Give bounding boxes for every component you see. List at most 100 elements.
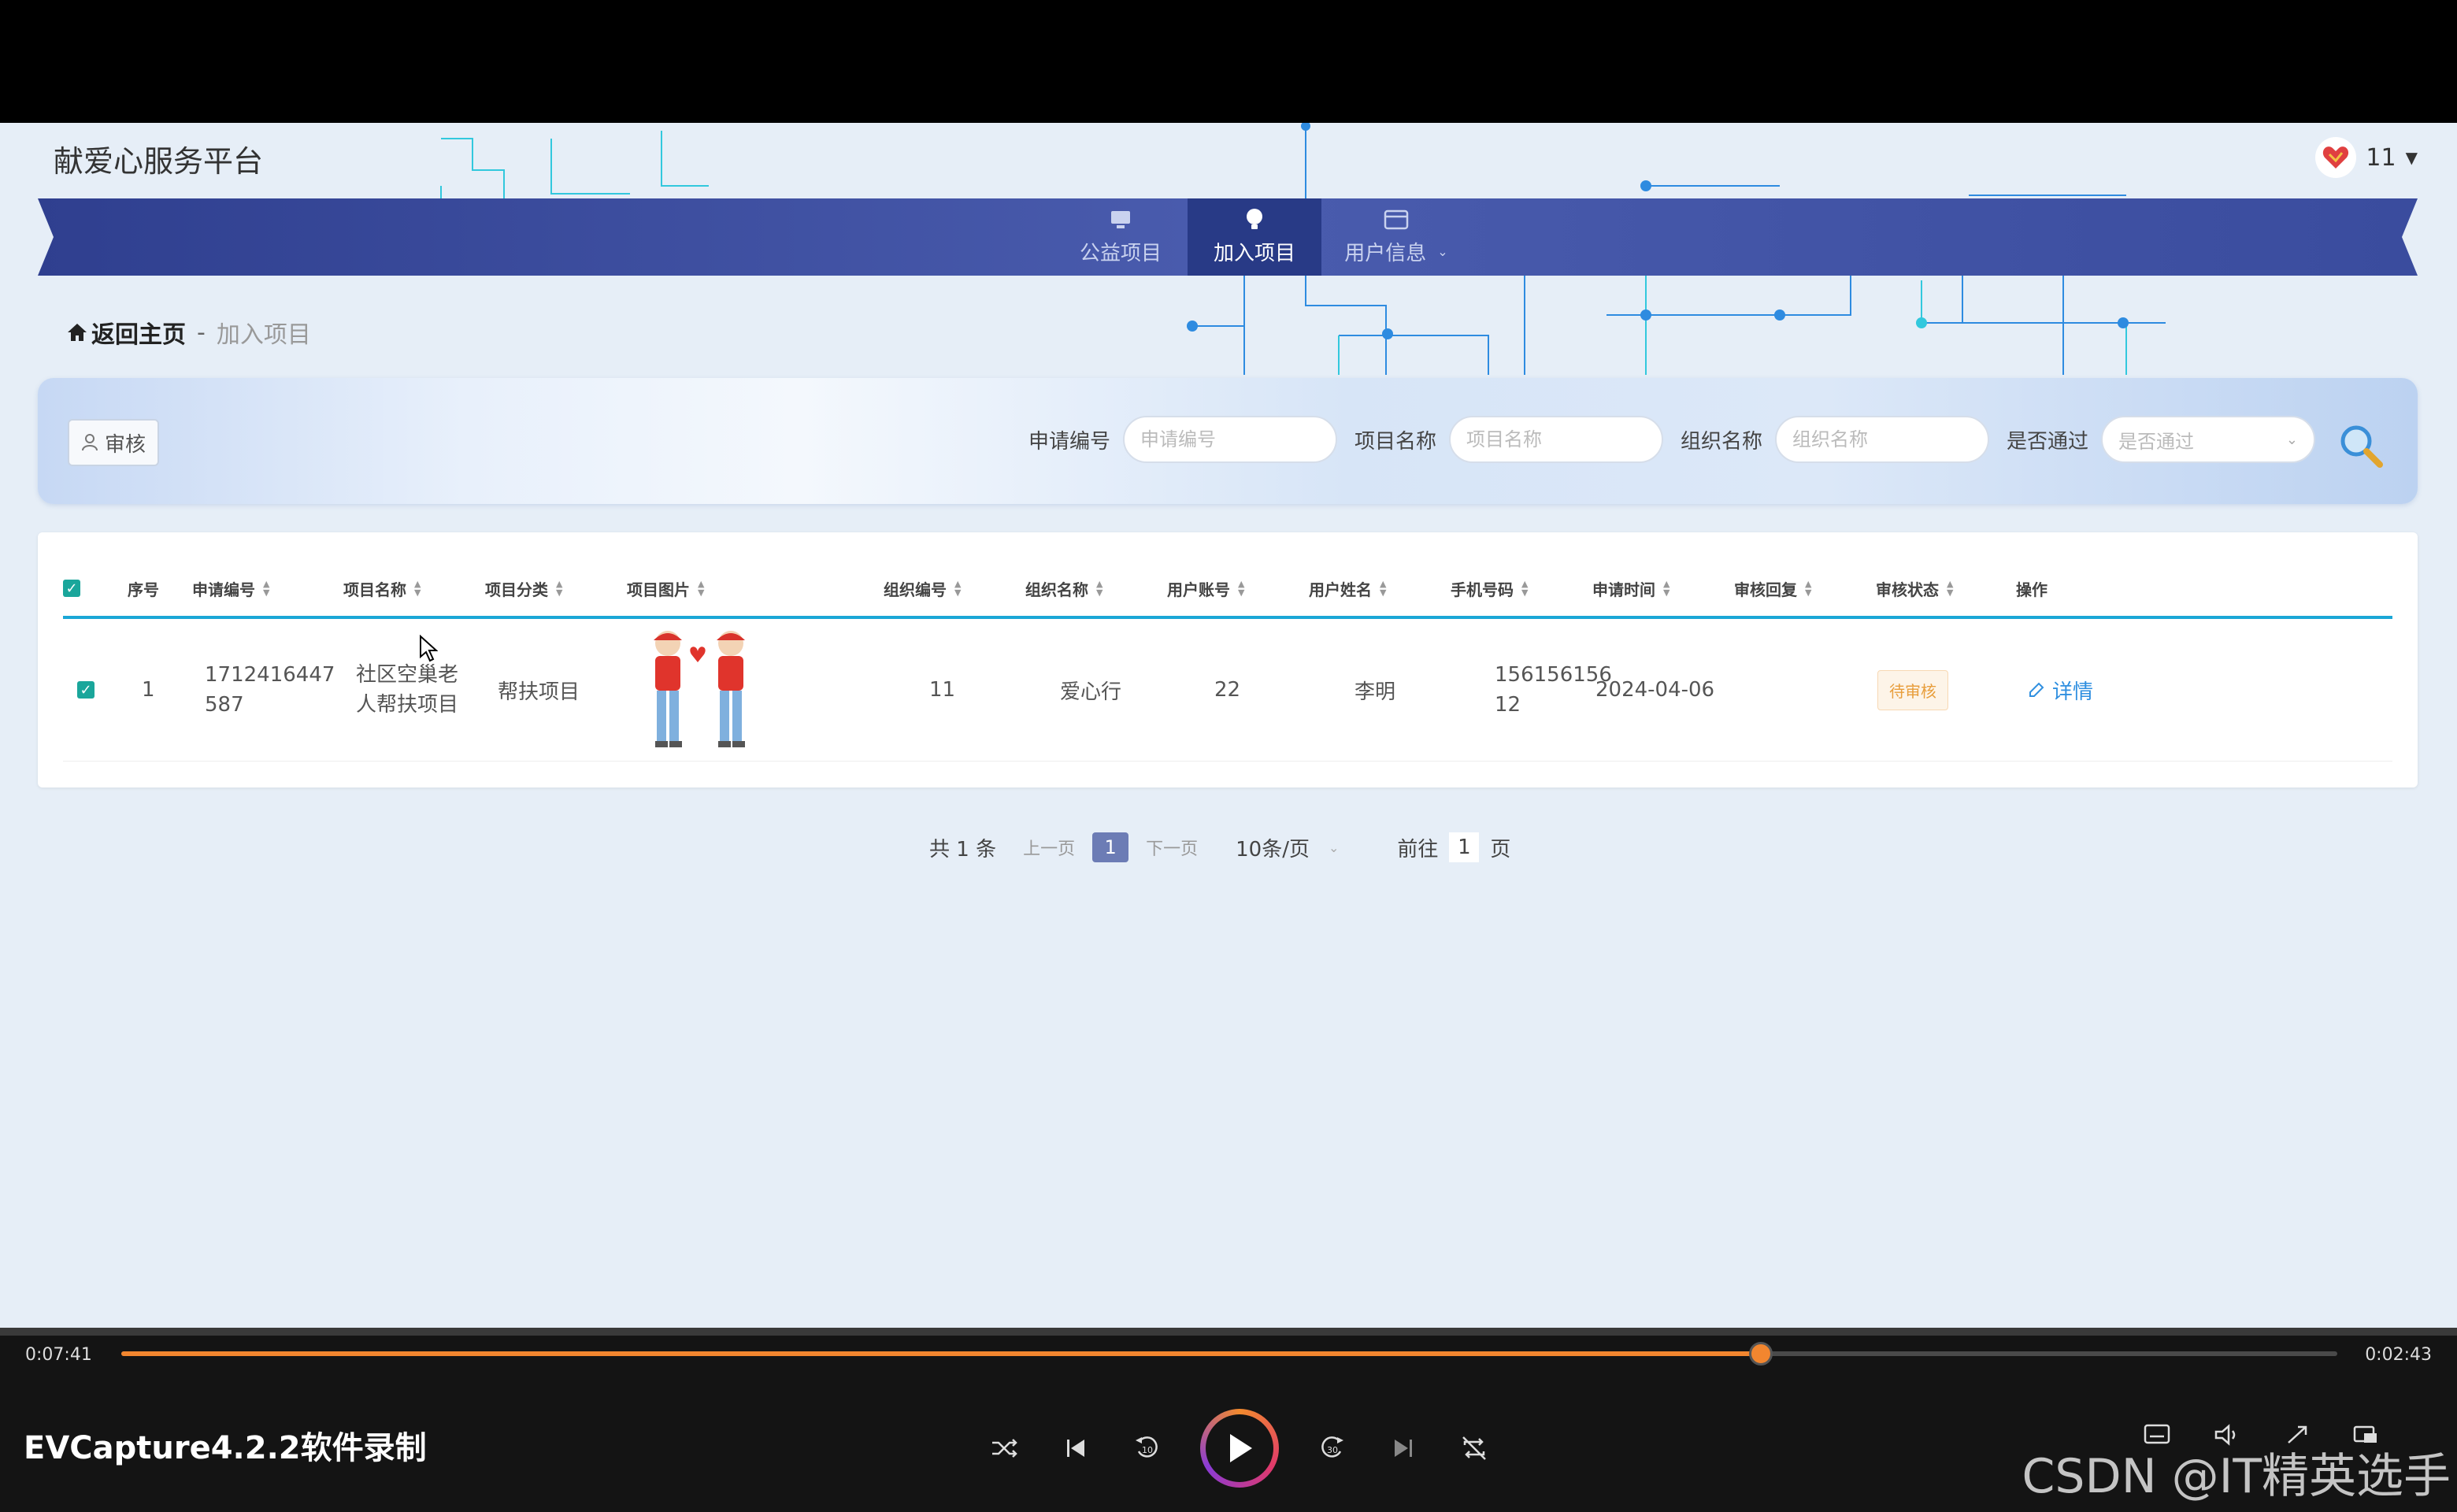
- detail-link-label: 详情: [2052, 680, 2094, 704]
- sort-icon: ▲ ▼: [954, 579, 962, 598]
- main-navbar: 公益项目 加入项目 用户信息 ⌄: [38, 198, 2418, 276]
- next-page-button[interactable]: 下一页: [1146, 835, 1198, 860]
- th-reply[interactable]: 审核回复 ▲ ▼: [1734, 561, 1811, 616]
- forward-30-icon[interactable]: 30: [1315, 1431, 1350, 1466]
- page-number-button[interactable]: 1: [1092, 832, 1129, 862]
- th-label: 操作: [2016, 580, 2048, 599]
- cell-account: 22: [1214, 678, 1241, 702]
- detail-link[interactable]: 详情: [2027, 676, 2093, 705]
- cell-project-image[interactable]: [638, 619, 764, 761]
- table-header: ✓ 序号 申请编号 ▲ ▼ 项目名称 ▲ ▼ 项目分类 ▲ ▼ 项目图片 ▲ ▼ 组织编号 ▲ ▼ …: [63, 561, 2392, 619]
- th-org-name[interactable]: 组织名称 ▲ ▼: [1025, 561, 1102, 616]
- check-icon: ✓: [77, 681, 94, 699]
- recorder-label: EVCapture4.2.2软件录制: [24, 1430, 427, 1466]
- site-title: 献爱心服务平台: [54, 144, 264, 179]
- th-label: 项目名称: [343, 580, 406, 599]
- chevron-down-icon: ⌄: [1328, 839, 1340, 855]
- th-image[interactable]: 项目图片 ▲ ▼: [627, 561, 704, 616]
- goto-page: 前往 1 页: [1397, 832, 1510, 862]
- sort-icon: ▲ ▼: [698, 579, 705, 598]
- nav-item-join-project[interactable]: 加入项目: [1188, 198, 1321, 276]
- user-menu[interactable]: 11 ▼: [2315, 137, 2418, 178]
- nav-item-label: 公益项目: [1079, 241, 1162, 265]
- rewind-10-icon[interactable]: 10: [1129, 1431, 1164, 1466]
- cell-project-name: 社区空巢老人帮扶项目: [356, 619, 458, 761]
- sort-icon: ▲ ▼: [263, 579, 270, 598]
- skip-previous-icon[interactable]: [1058, 1431, 1093, 1466]
- check-icon: ✓: [63, 580, 80, 597]
- svg-text:10: 10: [1142, 1445, 1153, 1455]
- th-user-name[interactable]: 用户姓名 ▲ ▼: [1309, 561, 1386, 616]
- repeat-off-icon[interactable]: [1457, 1431, 1492, 1466]
- project-name-input[interactable]: [1449, 416, 1664, 463]
- page-size-select[interactable]: 10条/页 ⌄: [1236, 833, 1339, 862]
- th-label: 手机号码: [1451, 580, 1514, 599]
- th-label: 用户账号: [1167, 580, 1230, 599]
- chevron-down-icon: ⌄: [1437, 243, 1448, 259]
- search-icon[interactable]: [2337, 422, 2385, 469]
- nav-item-label: 加入项目: [1213, 241, 1295, 265]
- cell-user-name: 李明: [1354, 680, 1396, 704]
- elapsed-time: 0:07:41: [25, 1345, 92, 1365]
- th-index: 序号: [128, 561, 159, 616]
- prev-page-button[interactable]: 上一页: [1023, 835, 1075, 860]
- goto-page-input[interactable]: 1: [1449, 832, 1480, 862]
- monitor-icon: [1108, 209, 1133, 231]
- breadcrumb: 返回主页 - 加入项目: [66, 315, 311, 350]
- skip-next-icon[interactable]: [1386, 1431, 1421, 1466]
- status-badge: 待审核: [1877, 669, 1948, 710]
- sort-icon: ▲ ▼: [1947, 579, 1954, 598]
- th-phone[interactable]: 手机号码 ▲ ▼: [1451, 561, 1528, 616]
- org-name-input[interactable]: [1775, 416, 1990, 463]
- nav-item-label: 用户信息: [1344, 241, 1427, 265]
- cell-org-name: 爱心行: [1060, 680, 1122, 704]
- seek-bar-thumb[interactable]: [1749, 1342, 1773, 1366]
- cell-text: 12: [1495, 693, 1521, 717]
- goto-prefix: 前往: [1397, 837, 1439, 862]
- th-label: 申请编号: [192, 580, 255, 599]
- th-label: 审核回复: [1734, 580, 1797, 599]
- th-category[interactable]: 项目分类 ▲ ▼: [485, 561, 562, 616]
- play-button[interactable]: [1200, 1409, 1279, 1488]
- cell-phone: 156156156 12: [1495, 619, 1612, 761]
- sort-icon: ▲ ▼: [1521, 579, 1529, 598]
- th-account[interactable]: 用户账号 ▲ ▼: [1167, 561, 1244, 616]
- cell-status: 待审核: [1877, 619, 1948, 761]
- shuffle-icon[interactable]: [988, 1431, 1022, 1466]
- apply-no-input[interactable]: [1123, 416, 1338, 463]
- nav-item-user-info[interactable]: 用户信息 ⌄: [1321, 198, 1471, 276]
- avatar: [2315, 137, 2357, 178]
- goto-suffix: 页: [1490, 837, 1511, 862]
- svg-text:30: 30: [1327, 1445, 1338, 1455]
- user-icon: [81, 434, 98, 451]
- caret-down-icon: ▼: [2405, 148, 2418, 167]
- th-project-name[interactable]: 项目名称 ▲ ▼: [343, 561, 421, 616]
- nav-item-charity-projects[interactable]: 公益项目: [1054, 198, 1188, 276]
- video-player: 0:07:41 0:02:43 EVCapture4.2.2软件录制 10 30: [0, 1328, 2457, 1512]
- th-label: 组织编号: [884, 580, 947, 599]
- duration-time: 0:02:43: [2365, 1345, 2432, 1365]
- cell-apply-time: 2024-04-06: [1595, 678, 1715, 702]
- cell-category: 帮扶项目: [498, 680, 580, 704]
- th-apply-no[interactable]: 申请编号 ▲ ▼: [192, 561, 269, 616]
- breadcrumb-home-label: 返回主页: [91, 321, 186, 349]
- sort-icon: ▲ ▼: [1096, 579, 1103, 598]
- search-label: 项目名称: [1354, 429, 1437, 454]
- home-icon: [68, 324, 87, 341]
- select-all-checkbox[interactable]: ✓: [63, 561, 80, 616]
- cell-text: 587: [205, 693, 244, 717]
- approved-select[interactable]: 是否通过 ⌄: [2101, 416, 2316, 463]
- cell-text: 人帮扶项目: [356, 693, 459, 717]
- seek-bar[interactable]: [121, 1342, 2337, 1366]
- th-org-no[interactable]: 组织编号 ▲ ▼: [884, 561, 961, 616]
- th-status[interactable]: 审核状态 ▲ ▼: [1876, 561, 1953, 616]
- cell-text: 社区空巢老: [356, 663, 459, 687]
- th-label: 审核状态: [1876, 580, 1939, 599]
- row-checkbox[interactable]: ✓: [77, 619, 94, 761]
- th-apply-time[interactable]: 申请时间 ▲ ▼: [1592, 561, 1670, 616]
- breadcrumb-home-link[interactable]: 返回主页: [66, 315, 186, 350]
- th-label: 申请时间: [1592, 580, 1655, 599]
- audit-button[interactable]: 审核: [68, 419, 159, 466]
- approved-select-placeholder: 是否通过: [2118, 430, 2195, 453]
- player-controls: 10 30: [988, 1406, 1492, 1490]
